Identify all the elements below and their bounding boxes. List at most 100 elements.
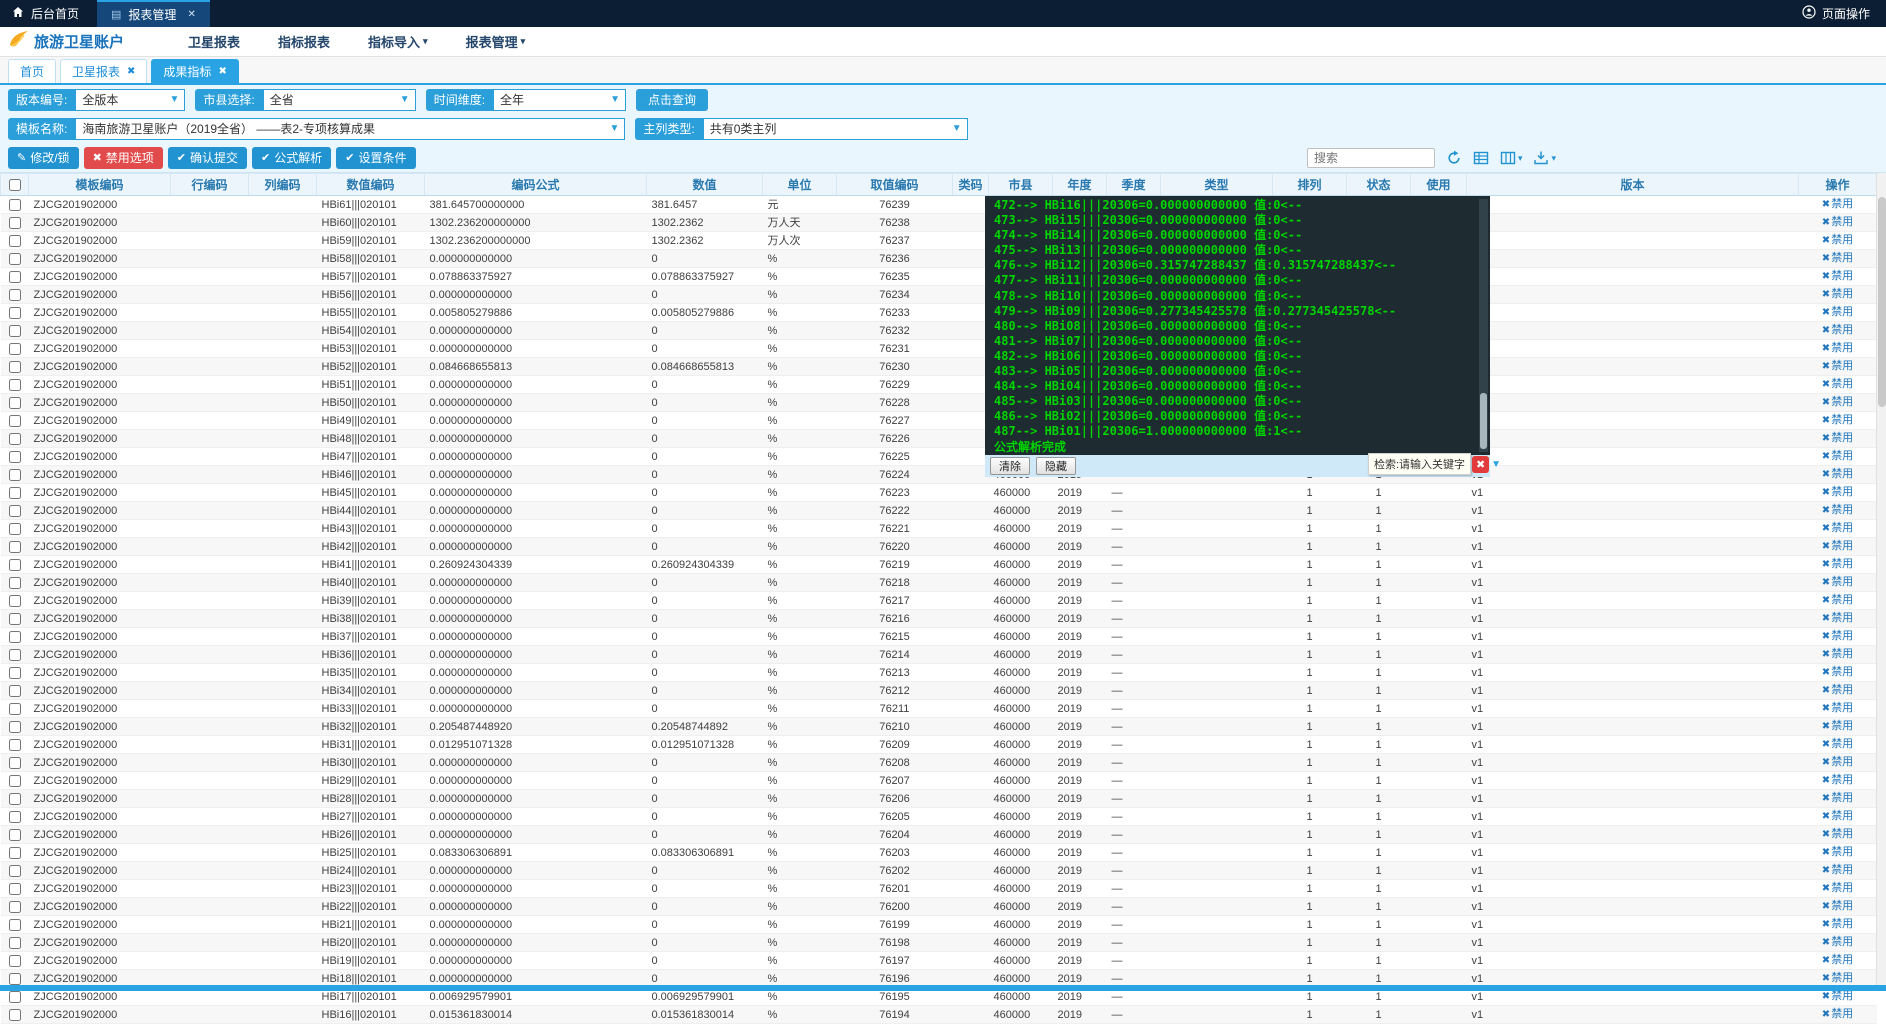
row-checkbox[interactable] — [9, 649, 21, 661]
disable-link[interactable]: ✖禁用 — [1822, 684, 1853, 696]
close-icon[interactable]: ✖ — [218, 66, 226, 77]
row-checkbox[interactable] — [9, 307, 21, 319]
disable-link[interactable]: ✖禁用 — [1822, 324, 1853, 336]
horizontal-scrollbar[interactable] — [0, 985, 1886, 991]
disable-link[interactable]: ✖禁用 — [1822, 252, 1853, 264]
disable-link[interactable]: ✖禁用 — [1822, 486, 1853, 498]
close-icon[interactable]: ✕ — [187, 9, 195, 20]
search-input[interactable] — [1307, 148, 1435, 168]
table-icon[interactable] — [1473, 150, 1489, 166]
disable-link[interactable]: ✖禁用 — [1822, 792, 1853, 804]
row-checkbox[interactable] — [9, 217, 21, 229]
row-checkbox[interactable] — [9, 829, 21, 841]
menu-item-1[interactable]: 卫星报表 — [188, 32, 240, 51]
disable-link[interactable]: ✖禁用 — [1822, 972, 1853, 984]
disable-link[interactable]: ✖禁用 — [1822, 396, 1853, 408]
row-checkbox[interactable] — [9, 397, 21, 409]
region-select[interactable]: 全省▼ — [263, 89, 416, 111]
row-checkbox[interactable] — [9, 775, 21, 787]
disable-link[interactable]: ✖禁用 — [1822, 864, 1853, 876]
disable-link[interactable]: ✖禁用 — [1822, 666, 1853, 678]
disable-link[interactable]: ✖禁用 — [1822, 216, 1853, 228]
disable-link[interactable]: ✖禁用 — [1822, 414, 1853, 426]
disable-link[interactable]: ✖禁用 — [1822, 360, 1853, 372]
disable-link[interactable]: ✖禁用 — [1822, 846, 1853, 858]
row-checkbox[interactable] — [9, 415, 21, 427]
query-button[interactable]: 点击查询 — [636, 89, 708, 111]
row-checkbox[interactable] — [9, 379, 21, 391]
confirm-submit-button[interactable]: ✔确认提交 — [168, 147, 247, 169]
row-checkbox[interactable] — [9, 1009, 21, 1021]
disable-link[interactable]: ✖禁用 — [1822, 954, 1853, 966]
top-tab-report-management[interactable]: ▤ 报表管理 ✕ — [97, 0, 210, 27]
disable-link[interactable]: ✖禁用 — [1822, 342, 1853, 354]
select-all-checkbox[interactable] — [9, 179, 21, 191]
row-checkbox[interactable] — [9, 721, 21, 733]
row-checkbox[interactable] — [9, 289, 21, 301]
row-checkbox[interactable] — [9, 433, 21, 445]
export-icon[interactable]: ▾ — [1533, 150, 1556, 166]
disable-link[interactable]: ✖禁用 — [1822, 198, 1853, 210]
disable-link[interactable]: ✖禁用 — [1822, 270, 1853, 282]
row-checkbox[interactable] — [9, 901, 21, 913]
row-checkbox[interactable] — [9, 559, 21, 571]
disable-link[interactable]: ✖禁用 — [1822, 630, 1853, 642]
disable-link[interactable]: ✖禁用 — [1822, 522, 1853, 534]
row-checkbox[interactable] — [9, 541, 21, 553]
disable-link[interactable]: ✖禁用 — [1822, 828, 1853, 840]
row-checkbox[interactable] — [9, 667, 21, 679]
clear-button[interactable]: 清除 — [990, 457, 1030, 475]
row-checkbox[interactable] — [9, 703, 21, 715]
disable-link[interactable]: ✖禁用 — [1822, 900, 1853, 912]
close-icon[interactable]: ✖ — [1472, 456, 1489, 473]
row-checkbox[interactable] — [9, 631, 21, 643]
row-checkbox[interactable] — [9, 991, 21, 1003]
tab-1[interactable]: 首页 — [8, 59, 56, 83]
scrollbar-thumb[interactable] — [1878, 197, 1886, 407]
disable-link[interactable]: ✖禁用 — [1822, 702, 1853, 714]
row-checkbox[interactable] — [9, 865, 21, 877]
row-checkbox[interactable] — [9, 271, 21, 283]
disable-link[interactable]: ✖禁用 — [1822, 450, 1853, 462]
row-checkbox[interactable] — [9, 739, 21, 751]
disable-link[interactable]: ✖禁用 — [1822, 468, 1853, 480]
row-checkbox[interactable] — [9, 325, 21, 337]
disable-link[interactable]: ✖禁用 — [1822, 306, 1853, 318]
template-name-select[interactable]: 海南旅游卫星账户（2019全省） ——表2-专项核算成果▼ — [75, 118, 625, 140]
console-scrollbar[interactable] — [1479, 199, 1488, 452]
disable-link[interactable]: ✖禁用 — [1822, 738, 1853, 750]
disable-link[interactable]: ✖禁用 — [1822, 1008, 1853, 1020]
row-checkbox[interactable] — [9, 343, 21, 355]
row-checkbox[interactable] — [9, 955, 21, 967]
page-operations-button[interactable]: 页面操作 — [1802, 5, 1886, 22]
disable-link[interactable]: ✖禁用 — [1822, 936, 1853, 948]
disable-link[interactable]: ✖禁用 — [1822, 774, 1853, 786]
row-checkbox[interactable] — [9, 613, 21, 625]
grid-vertical-scrollbar[interactable] — [1876, 173, 1886, 985]
row-checkbox[interactable] — [9, 487, 21, 499]
row-checkbox[interactable] — [9, 451, 21, 463]
row-checkbox[interactable] — [9, 937, 21, 949]
set-conditions-button[interactable]: ✔设置条件 — [336, 147, 415, 169]
columns-icon[interactable]: ▾ — [1500, 150, 1523, 166]
row-checkbox[interactable] — [9, 235, 21, 247]
row-checkbox[interactable] — [9, 685, 21, 697]
row-checkbox[interactable] — [9, 847, 21, 859]
disable-link[interactable]: ✖禁用 — [1822, 918, 1853, 930]
hide-button[interactable]: 隐藏 — [1036, 457, 1076, 475]
disable-link[interactable]: ✖禁用 — [1822, 882, 1853, 894]
disable-link[interactable]: ✖禁用 — [1822, 576, 1853, 588]
disable-link[interactable]: ✖禁用 — [1822, 288, 1853, 300]
disable-link[interactable]: ✖禁用 — [1822, 378, 1853, 390]
disable-link[interactable]: ✖禁用 — [1822, 648, 1853, 660]
disable-link[interactable]: ✖禁用 — [1822, 720, 1853, 732]
disable-link[interactable]: ✖禁用 — [1822, 540, 1853, 552]
row-checkbox[interactable] — [9, 469, 21, 481]
row-checkbox[interactable] — [9, 361, 21, 373]
disable-link[interactable]: ✖禁用 — [1822, 612, 1853, 624]
row-checkbox[interactable] — [9, 811, 21, 823]
disable-link[interactable]: ✖禁用 — [1822, 756, 1853, 768]
console-scrollbar-thumb[interactable] — [1480, 393, 1487, 449]
disable-link[interactable]: ✖禁用 — [1822, 810, 1853, 822]
menu-item-4[interactable]: 报表管理▾ — [466, 32, 526, 51]
